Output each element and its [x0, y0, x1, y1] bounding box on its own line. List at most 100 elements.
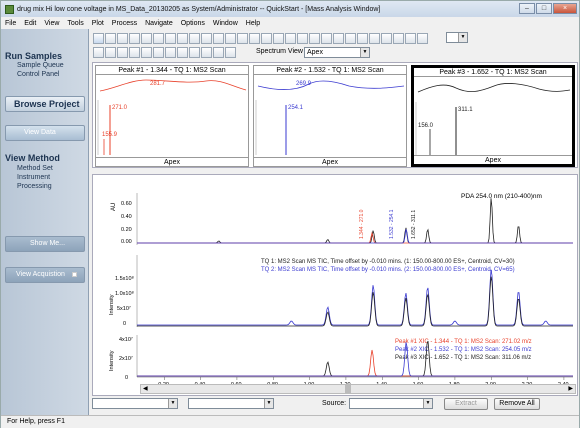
tool-icon[interactable] — [393, 32, 404, 44]
peak-1-main-label: 271.0 — [112, 105, 128, 111]
tool-icon[interactable] — [321, 32, 332, 44]
chevron-down-icon: ▼ — [360, 48, 369, 57]
filter-dropdown-2[interactable]: ▼ — [188, 398, 274, 409]
tool-icon[interactable] — [201, 46, 212, 58]
peak-1-spectrum[interactable]: Peak #1 - 1.344 - TQ 1: MS2 Scan 281.7 2… — [95, 65, 249, 167]
tool-icon[interactable] — [261, 32, 272, 44]
tool-icon[interactable] — [93, 32, 104, 44]
tool-icon[interactable] — [357, 32, 368, 44]
tool-icon[interactable] — [333, 32, 344, 44]
peak-3-spectrum[interactable]: Peak #3 - 1.652 - TQ 1: MS2 Scan 311.1 1… — [411, 65, 575, 167]
tool-icon[interactable] — [417, 32, 428, 44]
close-button[interactable]: × — [553, 3, 577, 14]
mass-analysis-window: ▼ Spectrum View Apex ▼ Peak #1 - 1.344 -… — [90, 29, 579, 415]
menu-process[interactable]: Process — [112, 20, 137, 27]
tool-icon[interactable] — [309, 32, 320, 44]
peak-2-title: Peak #2 - 1.532 - TQ 1: MS2 Scan — [254, 66, 406, 75]
tool-icon[interactable] — [189, 32, 200, 44]
view-acquisition-button[interactable]: View Acquistion — [5, 267, 85, 283]
tool-icon[interactable] — [165, 46, 176, 58]
extract-button[interactable]: Extract — [444, 398, 488, 410]
tool-icon[interactable] — [405, 32, 416, 44]
tool-icon[interactable] — [105, 32, 116, 44]
tic-series-1-label: TQ 1: MS2 Scan MS TIC, Time offset by -0… — [261, 259, 515, 265]
tool-icon[interactable] — [93, 46, 104, 58]
pda-ytick: 0.00 — [121, 239, 132, 245]
tool-icon[interactable] — [129, 46, 140, 58]
tool-icon[interactable] — [141, 46, 152, 58]
peak-2-top-label: 269.9 — [296, 81, 312, 87]
chevron-down-icon: ▼ — [264, 399, 273, 408]
chromatogram-chart[interactable]: AU 0.00 0.20 0.40 0.60 PDA 254.0 nm (210… — [93, 175, 577, 395]
filter-dropdown-1[interactable]: ▼ — [92, 398, 178, 409]
menu-options[interactable]: Options — [181, 20, 205, 27]
menu-help[interactable]: Help — [246, 20, 260, 27]
tool-icon[interactable] — [177, 46, 188, 58]
menu-view[interactable]: View — [44, 20, 59, 27]
tool-icon[interactable] — [345, 32, 356, 44]
remove-all-button[interactable]: Remove All — [494, 398, 540, 410]
xic-series-1-label: Peak #1 XIC - 1.344 - TQ 1: MS2 Scan: 27… — [395, 339, 532, 345]
tool-icon[interactable] — [189, 46, 200, 58]
zoom-dropdown[interactable]: ▼ — [446, 32, 468, 43]
horizontal-scrollbar[interactable]: ◀ ▶ — [140, 384, 576, 394]
tool-icon[interactable] — [213, 32, 224, 44]
peak-2-spectrum[interactable]: Peak #2 - 1.532 - TQ 1: MS2 Scan 269.9 2… — [253, 65, 407, 167]
tool-icon[interactable] — [297, 32, 308, 44]
tool-icon[interactable] — [117, 46, 128, 58]
tool-icon[interactable] — [141, 32, 152, 44]
pda-ytick: 0.40 — [121, 214, 132, 220]
minimize-button[interactable]: – — [519, 3, 535, 14]
source-dropdown[interactable]: ▼ — [349, 398, 433, 409]
view-method-heading[interactable]: View Method — [5, 153, 60, 163]
tool-icon[interactable] — [117, 32, 128, 44]
processing-link[interactable]: Processing — [17, 183, 52, 190]
peak-3-main-label: 311.1 — [458, 107, 473, 113]
peak-2-ms-spectrum: 254.1 — [255, 100, 304, 155]
maximize-button[interactable]: □ — [536, 3, 552, 14]
tool-icon[interactable] — [153, 32, 164, 44]
tool-icon[interactable] — [381, 32, 392, 44]
tool-icon[interactable] — [237, 32, 248, 44]
tool-icon[interactable] — [285, 32, 296, 44]
tool-icon[interactable] — [177, 32, 188, 44]
tool-icon[interactable] — [273, 32, 284, 44]
sidebar: Run Samples Sample Queue Control Panel B… — [1, 29, 89, 415]
menu-tools[interactable]: Tools — [67, 20, 83, 27]
spectrum-view-value: Apex — [307, 49, 323, 56]
view-acquisition-label: View Acquistion — [16, 271, 65, 278]
title-bar: drug mix Hi low cone voltage in MS_Data_… — [1, 1, 579, 17]
xic-series-3-label: Peak #3 XIC - 1.652 - TQ 1: MS2 Scan: 31… — [395, 355, 531, 361]
tool-icon[interactable] — [369, 32, 380, 44]
run-samples-heading[interactable]: Run Samples — [5, 51, 62, 61]
tool-icon[interactable] — [201, 32, 212, 44]
instrument-link[interactable]: Instrument — [17, 174, 50, 181]
show-me-button[interactable]: Show Me... — [5, 236, 85, 252]
menu-plot[interactable]: Plot — [92, 20, 104, 27]
acquisition-indicator-icon — [72, 272, 77, 277]
tic-trace — [137, 269, 573, 327]
tool-icon[interactable] — [129, 32, 140, 44]
tic-ytick: 5x10⁷ — [117, 305, 131, 312]
browse-project-button[interactable]: Browse Project — [5, 96, 85, 112]
menu-navigate[interactable]: Navigate — [145, 20, 173, 27]
menu-file[interactable]: File — [5, 20, 16, 27]
tool-icon[interactable] — [165, 32, 176, 44]
scroll-thumb[interactable] — [345, 385, 351, 393]
spectrum-view-select[interactable]: Apex ▼ — [304, 47, 370, 58]
sample-queue-link[interactable]: Sample Queue — [17, 62, 64, 69]
menu-window[interactable]: Window — [213, 20, 238, 27]
scroll-right-icon: ▶ — [568, 386, 573, 392]
tool-icon[interactable] — [153, 46, 164, 58]
menu-edit[interactable]: Edit — [24, 20, 36, 27]
control-panel-link[interactable]: Control Panel — [17, 71, 59, 78]
pda-peak-label-3: 1.652 - 311.1 — [411, 210, 417, 239]
tool-icon[interactable] — [249, 32, 260, 44]
tool-icon[interactable] — [105, 46, 116, 58]
tool-icon[interactable] — [225, 32, 236, 44]
tool-icon[interactable] — [225, 46, 236, 58]
peak-1-ms-spectrum: 271.0 155.9 — [97, 100, 128, 155]
tool-icon[interactable] — [213, 46, 224, 58]
view-data-button[interactable]: View Data — [5, 125, 85, 141]
method-set-link[interactable]: Method Set — [17, 165, 53, 172]
